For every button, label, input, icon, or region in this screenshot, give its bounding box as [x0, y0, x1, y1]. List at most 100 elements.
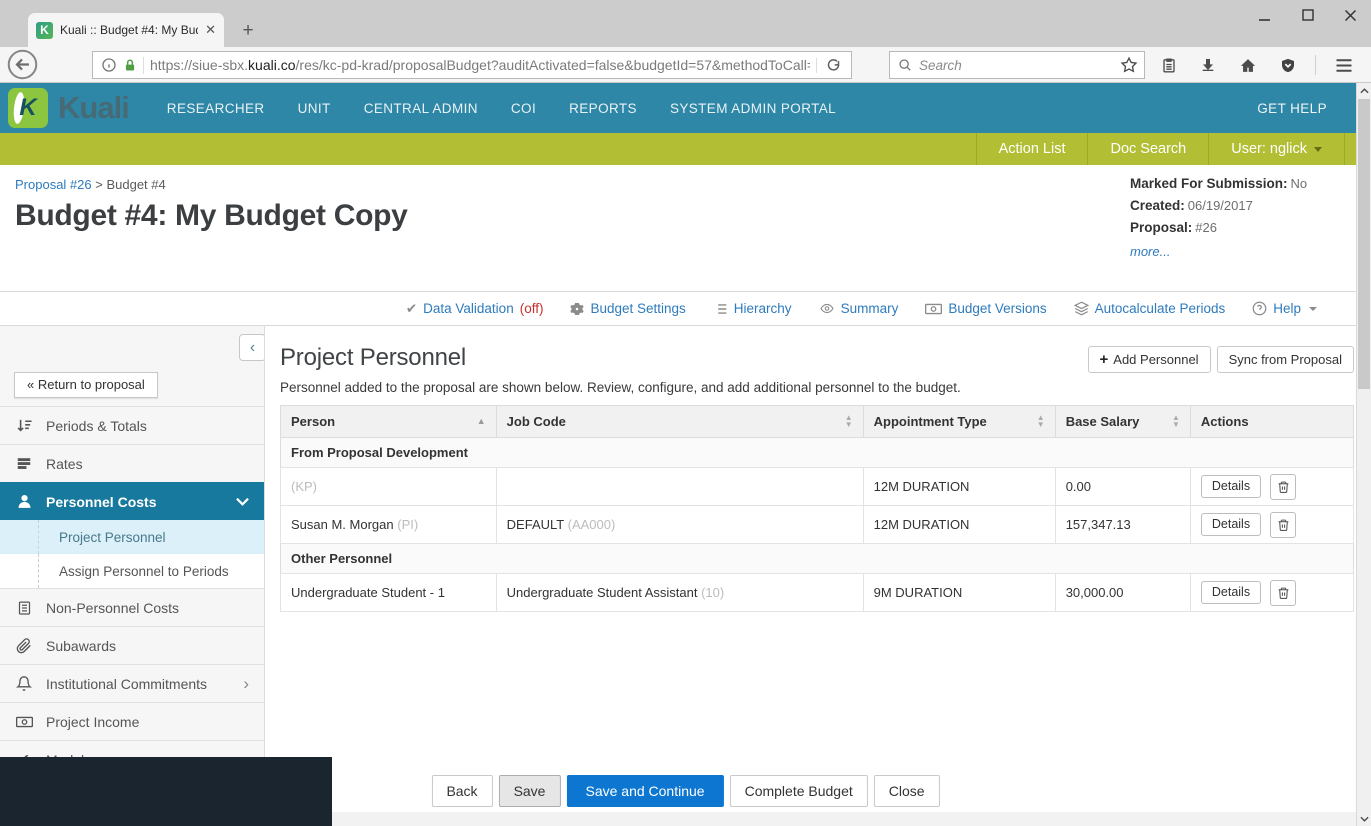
summary-link[interactable]: Summary: [819, 301, 898, 316]
details-button[interactable]: Details: [1200, 513, 1262, 536]
kuali-logo-icon[interactable]: K: [8, 88, 48, 128]
delete-button[interactable]: [1270, 511, 1297, 538]
chevron-down-icon: [1309, 306, 1317, 311]
home-icon[interactable]: [1239, 57, 1257, 74]
chevron-down-icon: [236, 497, 249, 506]
sort-asc-icon: ▲: [476, 416, 486, 426]
get-help-link[interactable]: GET HELP: [1257, 101, 1327, 116]
chevron-right-icon: ›: [243, 673, 249, 693]
sidebar-item-subawards[interactable]: Subawards: [0, 626, 264, 664]
sidebar-item-non-personnel-costs[interactable]: Non-Personnel Costs: [0, 588, 264, 626]
autocalculate-link[interactable]: Autocalculate Periods: [1073, 301, 1225, 316]
delete-button[interactable]: [1270, 579, 1297, 606]
sidebar-item-assign-personnel[interactable]: Assign Personnel to Periods: [0, 554, 264, 588]
budget-settings-link[interactable]: Budget Settings: [570, 301, 686, 316]
footer-dark-panel: [0, 757, 332, 826]
sidebar-item-periods-totals[interactable]: Periods & Totals: [0, 406, 264, 444]
meta-value: 06/19/2017: [1187, 198, 1253, 213]
new-tab-button[interactable]: +: [236, 20, 260, 42]
scroll-down-icon[interactable]: [1357, 811, 1371, 826]
bookmarks-list-icon[interactable]: [1161, 57, 1177, 74]
sidebar-item-personnel-costs[interactable]: Personnel Costs: [0, 482, 264, 520]
scroll-up-icon[interactable]: [1357, 83, 1371, 98]
sort-icon: ▲ ▼: [1171, 413, 1180, 429]
close-icon[interactable]: [1344, 9, 1357, 22]
sidebar-item-modular[interactable]: ✔ Modular: [0, 740, 264, 757]
tab-close-icon[interactable]: ✕: [205, 22, 216, 38]
nav-unit[interactable]: UNIT: [298, 101, 331, 116]
sidebar-item-project-income[interactable]: Project Income: [0, 702, 264, 740]
chevron-down-icon: [1314, 146, 1322, 152]
back-icon[interactable]: [6, 48, 39, 81]
sync-from-proposal-button[interactable]: Sync from Proposal: [1216, 346, 1354, 373]
lock-icon[interactable]: [123, 58, 137, 73]
paperclip-icon: [14, 637, 34, 654]
action-list-link[interactable]: Action List: [975, 133, 1088, 165]
eye-icon: [819, 302, 835, 315]
column-header-appointment-type[interactable]: Appointment Type ▲ ▼: [862, 405, 1056, 438]
meta-value: No: [1290, 176, 1308, 191]
data-validation-link[interactable]: ✔ Data Validation (off): [406, 301, 544, 317]
bell-icon: [14, 675, 34, 692]
return-to-proposal-button[interactable]: « Return to proposal: [14, 372, 158, 398]
complete-budget-button[interactable]: Complete Budget: [729, 775, 868, 807]
page-footer: Back Save Save and Continue Complete Bud…: [0, 757, 1371, 826]
meta-label: Marked For Submission:: [1130, 176, 1288, 191]
info-icon[interactable]: [101, 57, 117, 73]
url-bar[interactable]: https://siue-sbx.kuali.co/res/kc-pd-krad…: [92, 51, 852, 79]
close-button[interactable]: Close: [873, 775, 940, 807]
menu-hamburger-icon[interactable]: [1335, 58, 1353, 73]
more-link[interactable]: more...: [1130, 244, 1170, 259]
tab-title: Kuali :: Budget #4: My Budge: [60, 23, 198, 37]
details-button[interactable]: Details: [1200, 475, 1262, 498]
layers-icon: [1073, 301, 1089, 316]
validation-off-badge: (off): [519, 301, 544, 316]
bookmark-star-icon[interactable]: [1120, 56, 1138, 74]
vertical-scrollbar[interactable]: [1356, 83, 1371, 826]
search-icon: [898, 58, 912, 72]
column-header-job-code[interactable]: Job Code ▲ ▼: [495, 405, 864, 438]
banknote-icon: [14, 716, 34, 728]
toolbar-divider: [1315, 55, 1316, 75]
nav-central-admin[interactable]: CENTRAL ADMIN: [364, 101, 478, 116]
sidebar-item-project-personnel[interactable]: Project Personnel: [0, 520, 264, 554]
hierarchy-link[interactable]: Hierarchy: [713, 301, 792, 316]
reload-icon[interactable]: [816, 57, 843, 73]
search-input[interactable]: [919, 57, 1136, 73]
sidebar-item-institutional-commitments[interactable]: Institutional Commitments ›: [0, 664, 264, 702]
nav-researcher[interactable]: RESEARCHER: [167, 101, 265, 116]
sidebar-collapse-icon[interactable]: ‹: [239, 334, 264, 361]
meta-value: #26: [1195, 220, 1217, 235]
meta-label: Created:: [1130, 198, 1185, 213]
minimize-icon[interactable]: [1258, 9, 1271, 22]
nav-system-admin-portal[interactable]: SYSTEM ADMIN PORTAL: [670, 101, 836, 116]
breadcrumb-proposal-link[interactable]: Proposal #26: [15, 177, 92, 192]
user-menu[interactable]: User: nglick: [1208, 133, 1345, 165]
shield-icon[interactable]: [1280, 57, 1296, 74]
personnel-table: Person ▲ Job Code ▲ ▼ Appointment Type ▲ ▼ Ba…: [280, 405, 1355, 612]
column-header-base-salary[interactable]: Base Salary ▲ ▼: [1054, 405, 1191, 438]
scrollbar-thumb[interactable]: [1358, 99, 1370, 389]
delete-button[interactable]: [1270, 473, 1297, 500]
bars-icon: [14, 456, 34, 471]
doc-search-link[interactable]: Doc Search: [1087, 133, 1208, 165]
help-menu[interactable]: Help: [1252, 301, 1317, 316]
save-button[interactable]: Save: [498, 775, 561, 807]
brand-wordmark: Kuali: [58, 90, 130, 125]
column-header-person[interactable]: Person ▲: [280, 405, 497, 438]
nav-reports[interactable]: REPORTS: [569, 101, 637, 116]
add-personnel-button[interactable]: + Add Personnel: [1087, 346, 1211, 373]
nav-coi[interactable]: COI: [511, 101, 536, 116]
table-row: (KP) 12M DURATION 0.00 Details: [280, 467, 1355, 506]
back-button[interactable]: Back: [431, 775, 493, 807]
maximize-icon[interactable]: [1301, 9, 1314, 22]
details-button[interactable]: Details: [1200, 581, 1262, 604]
browser-tab[interactable]: K Kuali :: Budget #4: My Budge ✕: [28, 13, 224, 47]
save-and-continue-button[interactable]: Save and Continue: [566, 775, 724, 807]
sort-amount-icon: [14, 417, 34, 434]
download-icon[interactable]: [1200, 57, 1216, 73]
budget-meta: Marked For Submission: No Created: 06/19/2…: [1130, 175, 1342, 259]
sidebar-item-rates[interactable]: Rates: [0, 444, 264, 482]
budget-versions-link[interactable]: Budget Versions: [925, 301, 1047, 316]
search-box[interactable]: [889, 51, 1145, 79]
